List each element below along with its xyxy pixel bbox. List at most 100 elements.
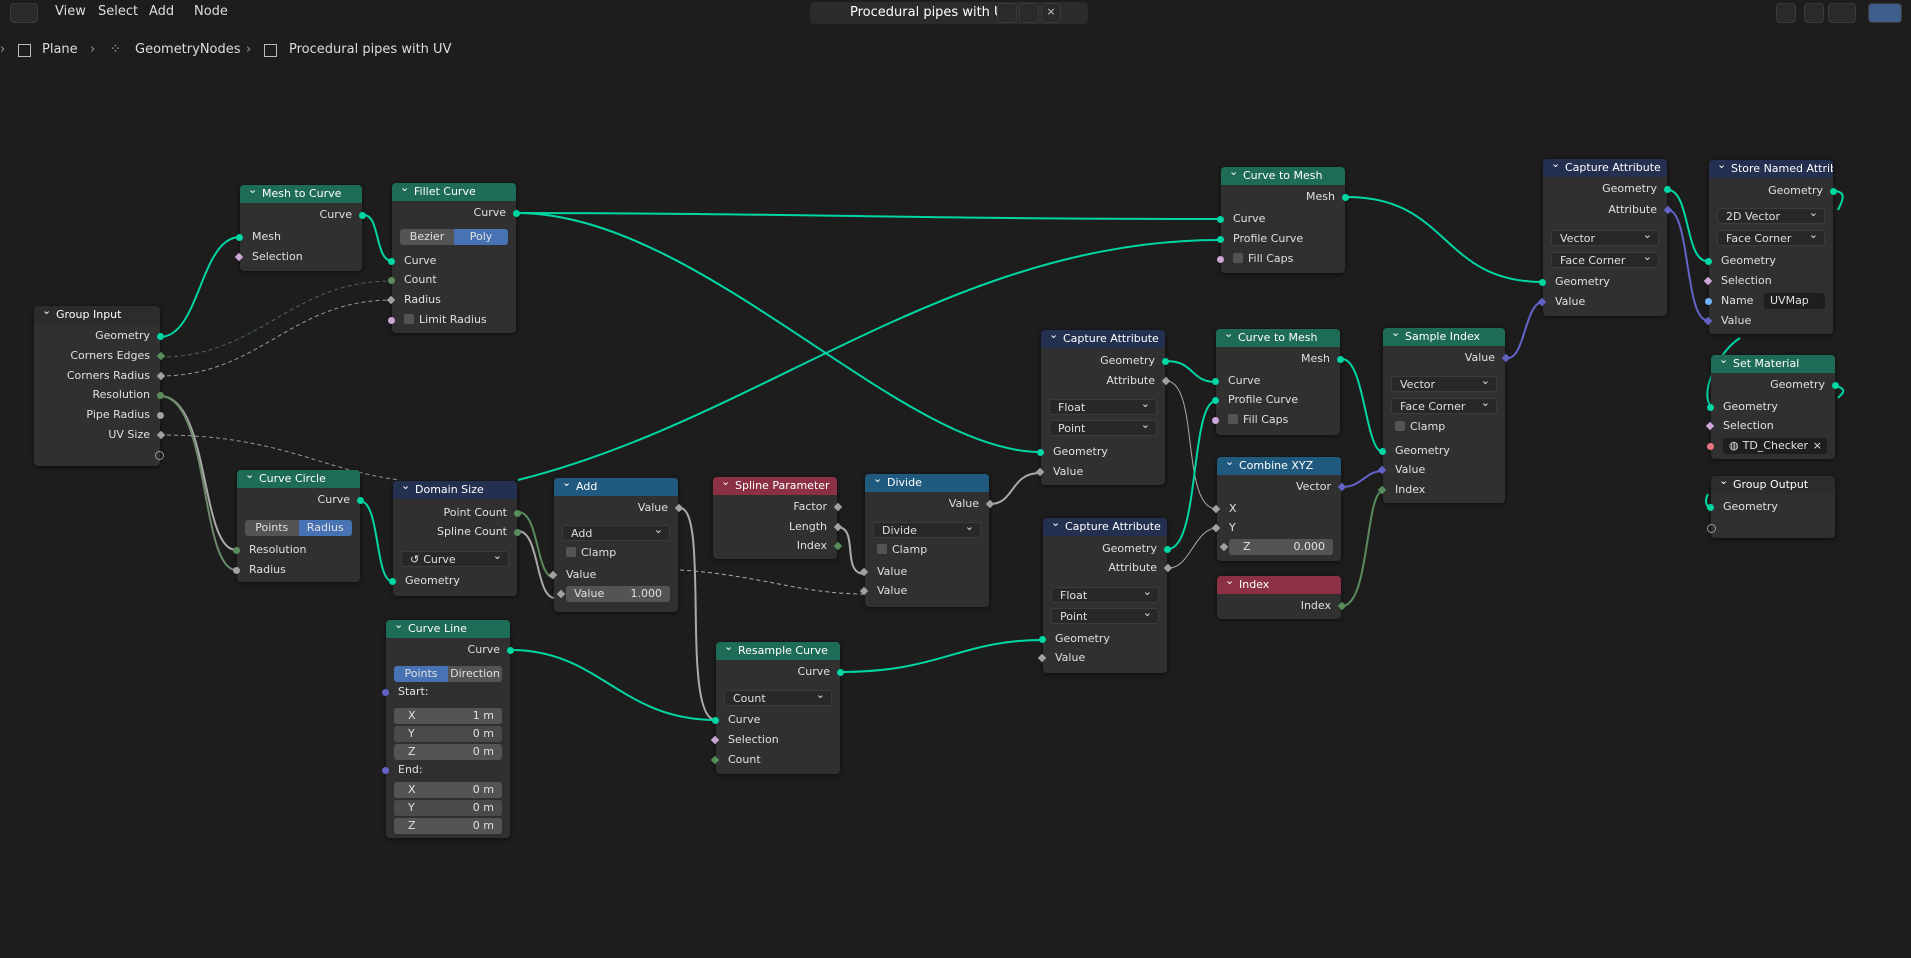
socket-dot[interactable] [1501,353,1511,363]
socket-dot[interactable] [157,333,164,340]
node-header[interactable]: Fillet Curve [392,183,516,201]
socket-dot[interactable] [712,717,719,724]
node-header[interactable]: Capture Attribute [1543,159,1667,177]
operation-dropdown[interactable]: Divide [873,519,981,538]
socket-dot[interactable] [389,578,396,585]
node-resample-curve[interactable]: Resample Curve Curve Count Curve Selecti… [710,642,844,774]
checkbox[interactable] [404,314,414,324]
socket-dot[interactable] [357,497,364,504]
snap-icon[interactable] [1828,3,1856,23]
socket-dot[interactable] [514,510,521,517]
socket-dot[interactable] [1703,316,1713,326]
mode-poly-option[interactable]: Poly [454,229,508,245]
breadcrumb-object[interactable]: Plane [42,42,78,57]
domain-dropdown[interactable]: Point [1051,605,1159,624]
breadcrumb-modifier[interactable]: GeometryNodes [135,42,241,57]
start-x-field[interactable]: X 1 m [394,708,502,724]
socket-dot[interactable] [1707,504,1714,511]
editor-type-icon[interactable] [10,3,38,23]
socket-dot[interactable] [1211,523,1221,533]
socket-dot[interactable] [155,451,164,460]
undo-icon[interactable] [1804,3,1824,23]
socket-dot[interactable] [1212,417,1219,424]
socket-dot[interactable] [1164,546,1171,553]
mode-radius-option[interactable]: Radius [298,520,352,536]
mode-dropdown[interactable]: Count [724,687,832,706]
node-combine-xyz[interactable]: Combine XYZ Vector X Y Z 0.000 [1211,457,1347,561]
socket-dot[interactable] [837,669,844,676]
socket-dot[interactable] [359,212,366,219]
socket-dot[interactable] [156,430,166,440]
node-group-output[interactable]: Group Output Geometry [1707,476,1835,538]
clamp-toggle[interactable]: Clamp [554,545,678,561]
node-header[interactable]: Group Input [34,306,160,324]
socket-dot[interactable] [156,371,166,381]
node-math-divide[interactable]: Divide Value Divide Clamp Value Value [859,474,995,607]
socket-dot[interactable] [833,522,843,532]
shield-icon[interactable] [997,3,1017,23]
socket-dot[interactable] [833,502,843,512]
node-curve-circle[interactable]: Curve Circle Curve PointsRadius Resoluti… [233,470,364,582]
node-header[interactable]: Set Material [1711,355,1835,373]
node-domain-size[interactable]: Domain Size Point Count Spline Count ↺Cu… [389,481,521,596]
duplicate-icon[interactable] [1019,3,1039,23]
socket-dot[interactable] [1337,601,1347,611]
socket-dot[interactable] [1663,205,1673,215]
data-type-dropdown[interactable]: Float [1049,396,1157,415]
socket-dot[interactable] [1217,216,1224,223]
socket-dot[interactable] [1379,448,1386,455]
socket-dot[interactable] [548,570,558,580]
node-header[interactable]: Curve Circle [237,470,360,488]
socket-dot[interactable] [985,499,995,509]
domain-dropdown[interactable]: Face Corner [1391,395,1497,414]
node-spline-parameter[interactable]: Spline Parameter Factor Length Index [713,477,843,559]
node-header[interactable]: Mesh to Curve [240,185,362,203]
socket-dot[interactable] [1337,356,1344,363]
mode-points-option[interactable]: Points [245,520,299,536]
node-header[interactable]: Curve Line [386,620,510,638]
node-group-input[interactable]: Group Input Geometry Corners Edges Corne… [34,306,166,466]
socket-dot[interactable] [382,689,389,696]
socket-dot[interactable] [1161,376,1171,386]
socket-dot[interactable] [1342,194,1349,201]
node-header[interactable]: Group Output [1711,476,1835,494]
end-x-field[interactable]: X 0 m [394,782,502,798]
data-type-dropdown[interactable]: Float [1051,584,1159,603]
node-fillet-curve[interactable]: Fillet Curve Curve BezierPoly Curve Coun… [386,183,520,333]
mode-bezier-option[interactable]: Bezier [400,229,454,245]
menu-view[interactable]: View [55,4,86,19]
start-z-field[interactable]: Z 0 m [394,744,502,760]
socket-dot[interactable] [1039,636,1046,643]
socket-dot[interactable] [236,234,243,241]
input-fill-caps[interactable]: Fill Caps [1212,412,1340,428]
socket-dot[interactable] [710,755,720,765]
socket-dot[interactable] [507,647,514,654]
operation-dropdown[interactable]: Add [562,522,670,541]
clamp-toggle[interactable]: Clamp [1383,419,1505,435]
node-store-named-attribute[interactable]: Store Named Attrib... Geometry 2D Vector… [1703,160,1837,334]
clamp-toggle[interactable]: Clamp [865,542,989,558]
socket-dot[interactable] [1211,504,1221,514]
socket-dot[interactable] [1832,382,1839,389]
socket-dot[interactable] [1337,482,1347,492]
socket-dot[interactable] [156,351,166,361]
socket-dot[interactable] [833,541,843,551]
node-header[interactable]: Index [1217,576,1341,594]
socket-dot[interactable] [859,567,869,577]
node-set-material[interactable]: Set Material Geometry Geometry Selection… [1705,355,1839,459]
node-header[interactable]: Resample Curve [716,642,840,660]
socket-dot[interactable] [388,317,395,324]
input-limit-radius[interactable]: Limit Radius [388,312,516,328]
parent-icon[interactable] [1776,3,1796,23]
node-header[interactable]: Combine XYZ [1217,457,1341,475]
socket-dot[interactable] [233,547,240,554]
socket-dot[interactable] [1163,563,1173,573]
node-header[interactable]: Capture Attribute [1043,518,1167,536]
socket-dot[interactable] [1212,378,1219,385]
socket-dot[interactable] [1219,542,1229,552]
name-field[interactable]: UVMap [1764,293,1825,309]
close-icon[interactable]: × [1813,438,1822,454]
socket-dot[interactable] [1212,397,1219,404]
socket-dot[interactable] [1705,421,1715,431]
socket-dot[interactable] [1037,653,1047,663]
